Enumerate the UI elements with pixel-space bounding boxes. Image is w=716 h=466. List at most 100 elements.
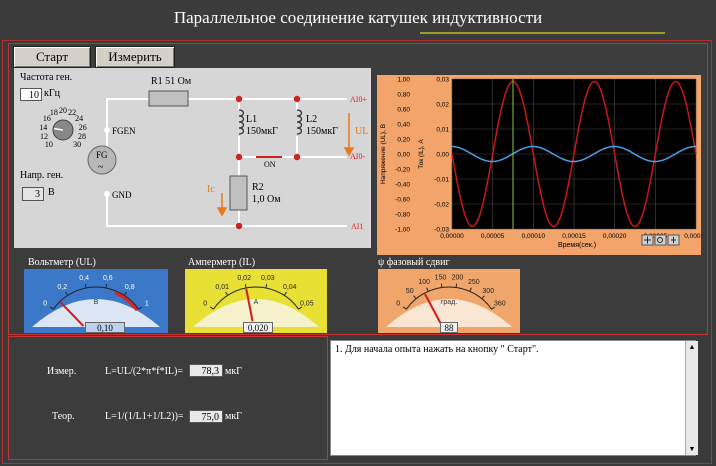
frequency-unit: кГц [44, 88, 60, 99]
meter-tick-label: 1 [145, 300, 149, 307]
meter-tick-label: 0,6 [103, 275, 113, 282]
meter-tick-label: 100 [418, 279, 430, 286]
y-right-tick-label: 0,00 [436, 152, 449, 159]
ammeter-readout: 0,020 [243, 322, 273, 333]
coil-l2 [296, 109, 303, 135]
scroll-up-icon[interactable]: ▲ [686, 341, 698, 353]
instructions-scrollbar[interactable]: ▲ ▼ [685, 341, 698, 455]
meter-tick [469, 287, 472, 292]
meter-tick-label: 300 [482, 288, 494, 295]
theoretical-formula: L=1/(1/L1+1/L2))= [105, 411, 184, 422]
theoretical-label: Теор. [52, 411, 75, 422]
y-left-tick-label: 0,80 [397, 92, 410, 99]
chart-y-left-label: Напряжение (UL), В [380, 124, 387, 184]
voltage-field[interactable]: 3 [22, 187, 44, 201]
voltmeter-readout: 0,10 [85, 322, 125, 333]
meter-tick [105, 283, 108, 289]
measured-unit: мкГ [225, 366, 242, 377]
meter-tick-label: 0,02 [237, 275, 251, 282]
chart-x-label: Время(сек.) [558, 242, 596, 249]
frequency-dial[interactable]: 1012141618 20 2224262830 [14, 100, 94, 160]
dial-tick-label: 30 [73, 140, 81, 149]
meter-tick [265, 283, 268, 289]
meter-tick-label: 0,2 [57, 284, 67, 291]
voltage-unit: В [48, 187, 55, 198]
x-tick-label: 0,00000 [440, 233, 464, 240]
chart-y-right-label: Ток (IL), А [418, 139, 425, 169]
theoretical-value: 75,0 [189, 410, 223, 423]
meter-tick-label: 0,01 [215, 284, 229, 291]
dial-tick-label: 12 [40, 132, 48, 141]
meter-tick [84, 283, 87, 289]
measured-formula: L=UL/(2*π*f*IL)= [105, 366, 183, 377]
x-tick-label: 0,00030 [684, 233, 701, 240]
meter-tick-label: 0 [203, 300, 207, 307]
meter-unit: град. [441, 299, 457, 306]
meter-tick [283, 291, 287, 296]
instructions-textarea[interactable]: 1. Для начала опыта нажать на кнопку " С… [330, 340, 696, 456]
chart-tools[interactable] [641, 234, 680, 246]
meter-tick-label: 250 [468, 279, 480, 286]
meter-tick-label: 50 [406, 288, 414, 295]
meter-tick-label: 0,4 [79, 275, 89, 282]
dial-tick-label: 18 [50, 108, 58, 117]
y-right-tick-label: -0,01 [434, 177, 449, 184]
fg-tilde: ~ [98, 162, 104, 173]
meter-tick [440, 283, 443, 288]
meter-tick [225, 291, 229, 296]
chart-y-left-ticks: 1,00 0,80 0,60 0,40 0,20 0,00 -0,20 -0,40 -0,60 -… [395, 77, 410, 234]
window-title: Параллельное соединение катушек индуктив… [173, 8, 543, 27]
meter-tick-label: 0,8 [125, 284, 135, 291]
zoom-tool-icon[interactable] [654, 234, 667, 246]
y-right-tick-label: 0,03 [436, 77, 449, 84]
meter-tick [481, 295, 485, 300]
measured-label: Измер. [47, 366, 77, 377]
meter-unit: А [254, 299, 259, 306]
measure-button[interactable]: Измерить [95, 46, 175, 68]
y-left-tick-label: -0,60 [395, 197, 410, 204]
chart-svg: 1,00 0,80 0,60 0,40 0,20 0,00 -0,20 -0,40 -0,60 -… [380, 77, 701, 250]
r2-value: 1,0 Ом [252, 194, 281, 205]
y-left-tick-label: -1,00 [395, 227, 410, 234]
meter-tick [402, 306, 407, 310]
coil-l1 [238, 109, 245, 135]
switch-on-label: ON [264, 160, 276, 169]
meter-tick-label: 0,04 [283, 284, 297, 291]
instructions-text: 1. Для начала опыта нажать на кнопку " С… [335, 344, 539, 355]
start-button[interactable]: Старт [13, 46, 91, 68]
fgen-label: FGEN [112, 126, 136, 136]
ai0-plus-label: AI0+ [350, 95, 367, 104]
title-underline [420, 32, 665, 34]
meter-tick-label: 0 [43, 300, 47, 307]
meter-unit: В [94, 299, 99, 306]
meter-tick [123, 291, 127, 296]
r1-label: R1 51 Ом [151, 76, 192, 87]
phase-readout: 88 [440, 322, 458, 333]
meter-tick [209, 306, 214, 310]
ai1-label: AI1 [351, 222, 363, 231]
voltmeter-title: Вольтметр (UL) [28, 257, 96, 268]
ic-arrowhead-icon [216, 207, 228, 217]
y-left-tick-label: 0,40 [397, 122, 410, 129]
gnd-label: GND [112, 190, 132, 200]
y-left-tick-label: -0,40 [395, 182, 410, 189]
meter-tick-label: 0 [396, 300, 400, 307]
ic-label: Ic [207, 184, 215, 195]
l2-label: L2 [306, 114, 317, 125]
measured-value: 78,3 [189, 364, 223, 377]
l1-value: 150мкГ [246, 126, 278, 137]
scroll-down-icon[interactable]: ▼ [686, 443, 698, 455]
y-right-tick-label: -0,02 [434, 202, 449, 209]
ammeter-title: Амперметр (IL) [188, 257, 256, 268]
frequency-label: Частота ген. [20, 72, 73, 83]
l1-label: L1 [246, 114, 257, 125]
y-left-tick-label: -0,80 [395, 212, 410, 219]
dial-tick-label: 20 [59, 106, 67, 115]
y-right-tick-label: 0,01 [436, 127, 449, 134]
calculation-panel [8, 336, 328, 460]
y-left-tick-label: 0,60 [397, 107, 410, 114]
x-tick-label: 0,00015 [562, 233, 586, 240]
meter-tick [138, 306, 143, 310]
y-left-tick-label: 1,00 [397, 77, 410, 84]
oscilloscope-chart: 1,00 0,80 0,60 0,40 0,20 0,00 -0,20 -0,40 -0,60 -… [377, 75, 701, 255]
